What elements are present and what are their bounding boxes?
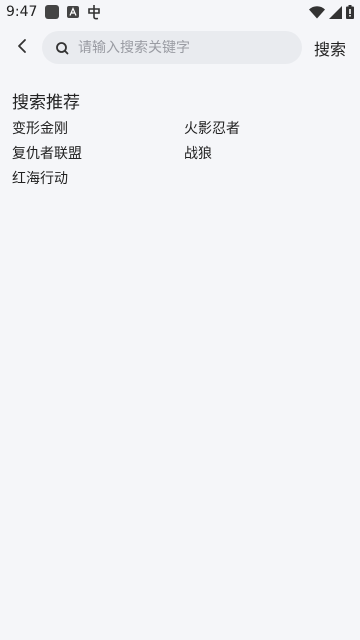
app-square-icon [45, 5, 60, 19]
search-box[interactable] [42, 31, 302, 64]
chevron-left-icon [16, 38, 28, 58]
search-icon [54, 40, 70, 56]
recommendation-item[interactable]: 变形金刚 [12, 118, 68, 138]
font-a-icon [67, 6, 80, 18]
wifi-icon [309, 5, 325, 19]
recommendation-item[interactable]: 火影忍者 [184, 118, 240, 138]
recommendation-item[interactable]: 战狼 [184, 143, 212, 163]
recommendations-title: 搜索推荐 [12, 93, 80, 113]
recommendation-item[interactable]: 红海行动 [12, 168, 68, 188]
status-bar: 9:47 [0, 0, 360, 24]
search-header: 搜索 [0, 30, 360, 66]
notification-glyph-icon [87, 4, 101, 20]
back-button[interactable] [8, 34, 36, 62]
status-left: 9:47 [6, 4, 101, 20]
battery-icon [346, 5, 354, 19]
status-right [309, 5, 354, 19]
recommendation-item[interactable]: 复仇者联盟 [12, 143, 82, 163]
search-input[interactable] [78, 39, 278, 56]
signal-icon [329, 5, 342, 19]
search-button[interactable]: 搜索 [314, 36, 346, 60]
status-time: 9:47 [6, 4, 38, 20]
